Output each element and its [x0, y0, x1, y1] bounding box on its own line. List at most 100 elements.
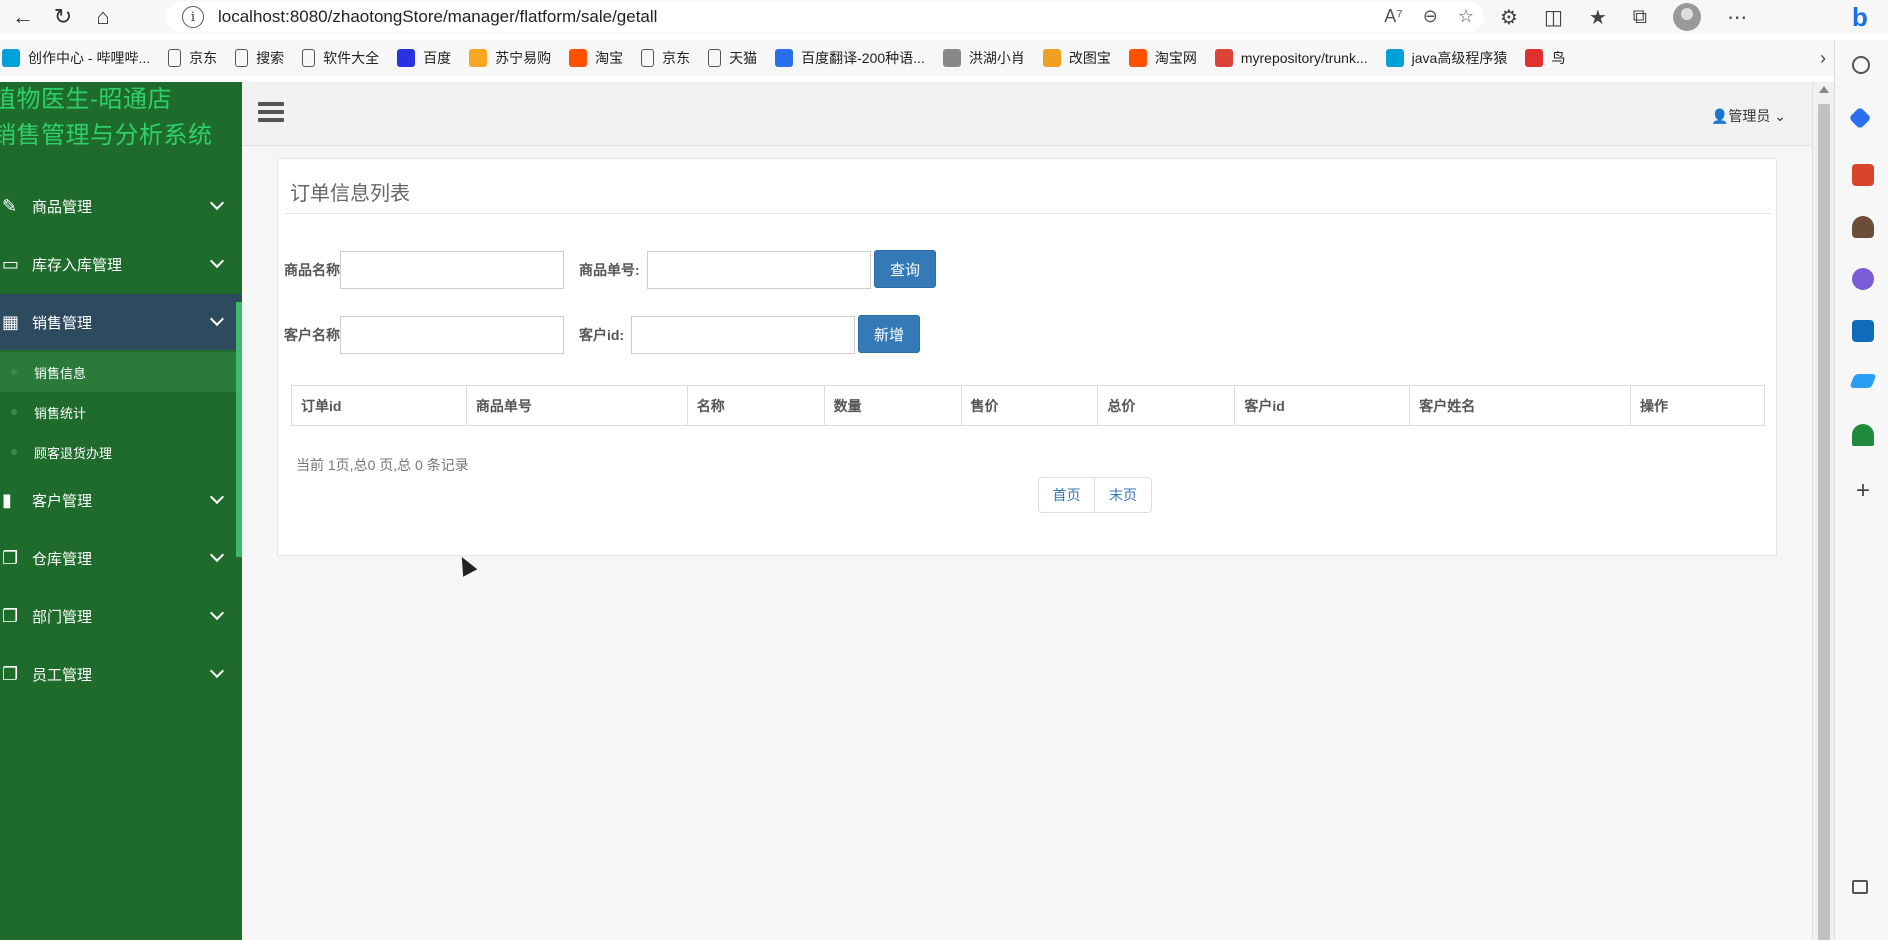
back-arrow-icon[interactable]: ←	[6, 0, 40, 34]
sidebar-item-label: 库存入库管理	[32, 256, 123, 274]
favorites-icon[interactable]: ★	[1589, 5, 1607, 30]
bookmark-item[interactable]: 淘宝网	[1128, 48, 1197, 68]
submenu-item[interactable]: 顾客退货办理	[0, 432, 236, 472]
add-icon[interactable]: +	[1852, 479, 1874, 504]
address-bar[interactable]: i localhost:8080/zhaotongStore/manager/f…	[166, 2, 1484, 32]
sidebar-item[interactable]: ▦ 销售管理	[0, 294, 242, 350]
page-icon	[168, 49, 182, 67]
games-icon[interactable]	[1852, 216, 1874, 238]
table-header-cell: 名称	[686, 385, 825, 426]
submenu-item[interactable]: 销售信息	[0, 352, 236, 392]
customer-name-input[interactable]	[340, 316, 564, 354]
table-header-cell: 客户姓名	[1409, 385, 1632, 426]
more-bookmarks-icon[interactable]: ›	[1820, 48, 1826, 69]
office-icon[interactable]	[1852, 268, 1874, 290]
chevron-down-icon	[209, 605, 225, 621]
shopping-tag-icon[interactable]	[1848, 106, 1872, 130]
sidebar-item[interactable]: ▭ 库存入库管理	[0, 236, 242, 292]
site-info-icon[interactable]: i	[182, 6, 204, 28]
baidu-icon	[397, 49, 416, 67]
add-button[interactable]: 新增	[858, 315, 920, 353]
send-icon[interactable]	[1849, 374, 1877, 388]
tools-icon[interactable]	[1852, 164, 1874, 186]
bookmark-label: 淘宝网	[1154, 50, 1197, 66]
pagination: 首页 末页	[1038, 477, 1152, 513]
bookmark-label: myrepository/trunk...	[1240, 50, 1368, 66]
home-icon[interactable]: ⌂	[86, 0, 120, 34]
bookmark-item[interactable]: 京东	[168, 48, 217, 68]
page-scrollbar[interactable]	[1812, 82, 1834, 940]
scroll-thumb[interactable]	[1818, 104, 1830, 940]
edge-sidebar: +	[1834, 40, 1888, 940]
bookmark-item[interactable]: 鸟	[1525, 48, 1565, 68]
order-table: 订单id 商品单号 名称 数量 售价 总价 客户id 客户姓名 操作	[291, 385, 1765, 426]
bookmarks-bar: 创作中心 - 哔哩哔... 京东 搜索 软件大全 百度 苏宁易购 淘宝 京东 天猫 百度翻译-20…	[0, 40, 1834, 76]
brand-line2: 销售管理与分析系统	[0, 122, 213, 149]
bookmark-label: 百度翻译-200种语...	[801, 50, 925, 66]
bird-red-icon	[1525, 49, 1544, 67]
scroll-up-arrow-icon[interactable]	[1819, 86, 1829, 93]
sidebar-toggle-icon[interactable]	[1852, 880, 1868, 894]
table-header-cell: 订单id	[291, 385, 467, 426]
bookmark-label: 百度	[423, 50, 452, 66]
search-icon[interactable]	[1852, 56, 1870, 74]
bilibili-icon	[2, 49, 20, 67]
sidebar-item[interactable]: ✎ 商品管理	[0, 178, 242, 234]
sidebar-item[interactable]: ❐ 员工管理	[0, 646, 242, 702]
customer-id-label: 客户id:	[579, 327, 625, 343]
copy-icon: ❐	[2, 605, 19, 626]
mouse-cursor	[454, 553, 478, 577]
edit-icon: ✎	[2, 195, 18, 216]
hamburger-menu-icon[interactable]	[258, 102, 284, 124]
bookmark-label: 京东	[662, 50, 691, 66]
bookmark-item[interactable]: 改图宝	[1042, 48, 1111, 68]
chevron-down-icon	[209, 489, 225, 505]
customer-id-input[interactable]	[631, 316, 855, 354]
divider	[286, 213, 1770, 214]
bookmark-label: 洪湖小肖	[968, 50, 1025, 66]
sidebar-item-label: 商品管理	[32, 198, 93, 216]
outlook-icon[interactable]	[1852, 320, 1874, 342]
bookmark-item[interactable]: 百度翻译-200种语...	[775, 48, 925, 68]
bookmark-item[interactable]: 京东	[641, 48, 690, 68]
more-menu-icon[interactable]: ⋯	[1727, 5, 1747, 30]
bookmark-item[interactable]: 天猫	[708, 48, 757, 68]
bookmark-item[interactable]: myrepository/trunk...	[1214, 49, 1368, 67]
collections-icon[interactable]: ⧉	[1633, 6, 1647, 29]
translate-icon	[775, 49, 794, 67]
bookmark-item[interactable]: 软件大全	[302, 48, 379, 68]
product-name-input[interactable]	[340, 251, 564, 289]
query-button[interactable]: 查询	[874, 250, 936, 288]
bookmark-item[interactable]: 百度	[397, 48, 451, 68]
sidebar-item[interactable]: ❐ 部门管理	[0, 588, 242, 644]
page-icon	[641, 49, 655, 67]
split-screen-icon[interactable]: ◫	[1544, 5, 1563, 30]
bookmark-item[interactable]: 苏宁易购	[469, 48, 551, 68]
submenu-item[interactable]: 销售统计	[0, 392, 236, 432]
sidebar-item[interactable]: ▮ 客户管理	[0, 472, 242, 528]
zoom-icon[interactable]: ⊖	[1423, 6, 1438, 27]
profile-avatar[interactable]	[1673, 3, 1702, 31]
bookmark-item[interactable]: 洪湖小肖	[942, 48, 1025, 68]
refresh-icon[interactable]: ↻	[46, 0, 80, 34]
bookmark-item[interactable]: 搜索	[235, 48, 284, 68]
url-text[interactable]: localhost:8080/zhaotongStore/manager/fla…	[218, 7, 657, 27]
bookmark-item[interactable]: java高级程序猿	[1385, 48, 1507, 68]
bookmark-item[interactable]: 创作中心 - 哔哩哔...	[2, 48, 150, 68]
last-page-button[interactable]: 末页	[1095, 477, 1152, 513]
brand-title: 植物医生-昭通店 销售管理与分析系统	[0, 82, 242, 154]
extensions-icon[interactable]: ⚙	[1500, 5, 1518, 30]
bing-copilot-icon[interactable]: b	[1852, 2, 1884, 32]
table-header-cell: 商品单号	[465, 385, 688, 426]
bookmark-item[interactable]: 淘宝	[569, 48, 623, 68]
read-aloud-icon[interactable]: A⁷	[1384, 6, 1403, 27]
tree-icon[interactable]	[1852, 424, 1874, 446]
table-header-cell: 客户id	[1234, 385, 1411, 426]
product-no-input[interactable]	[647, 251, 871, 289]
user-menu[interactable]: 👤管理员 ⌄	[1711, 106, 1786, 126]
chevron-down-icon	[209, 311, 225, 327]
favorite-add-icon[interactable]: ☆	[1458, 6, 1474, 27]
first-page-button[interactable]: 首页	[1038, 477, 1095, 513]
sidebar-item-label: 仓库管理	[32, 550, 93, 568]
sidebar-item[interactable]: ❐ 仓库管理	[0, 530, 242, 586]
